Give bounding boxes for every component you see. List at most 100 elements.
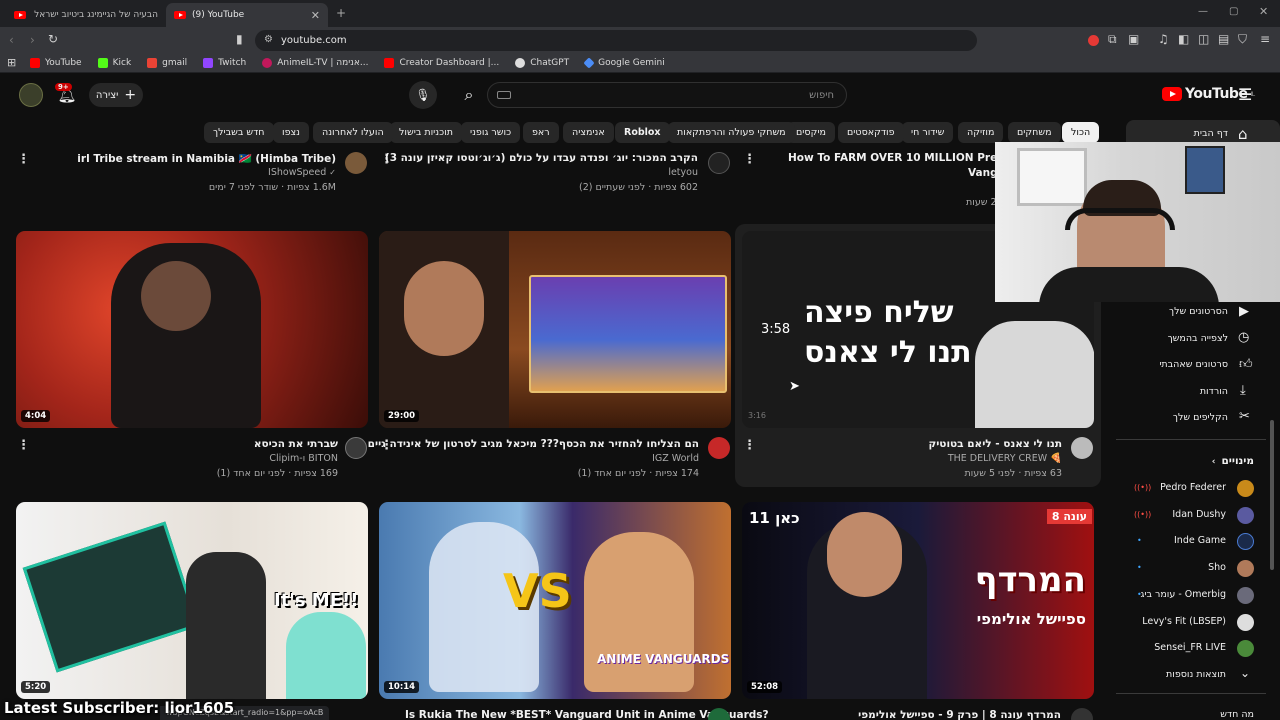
- window-close-icon[interactable]: ✕: [1259, 5, 1268, 18]
- chip-animation[interactable]: אנימציה: [563, 122, 614, 143]
- minimize-icon[interactable]: —: [1198, 6, 1208, 17]
- bookmark-gmail[interactable]: gmail: [147, 58, 187, 68]
- sidebar-subscription[interactable]: עומר ביג - Omerbig: [1140, 589, 1226, 600]
- keyboard-icon[interactable]: [497, 91, 511, 99]
- video-title[interactable]: הקרב המכור: יוג׳ ופנדה עבדו על כולם (ג׳ו…: [385, 152, 698, 164]
- more-options-icon[interactable]: ⋮: [743, 153, 756, 166]
- channel-avatar[interactable]: [1071, 437, 1093, 459]
- chip-action-adventure[interactable]: משחקי פעולה והרפתקאות: [668, 122, 795, 143]
- vpn-icon[interactable]: ▤: [1218, 33, 1229, 45]
- chip-roblox[interactable]: Roblox: [615, 122, 670, 143]
- sidebar-subscription[interactable]: Pedro Federer: [1160, 482, 1226, 493]
- search-input[interactable]: חיפוש: [487, 82, 847, 108]
- extension-red-icon[interactable]: [1088, 35, 1099, 46]
- video-thumbnail[interactable]: 4:04: [16, 231, 368, 428]
- channel-name[interactable]: IShowSpeed ✓: [268, 167, 336, 178]
- sidebar-show-more[interactable]: תוצאות נוספות: [1166, 669, 1226, 680]
- sidebar-subscription[interactable]: Idan Dushy: [1172, 509, 1226, 520]
- chip-new-to-you[interactable]: חדש בשבילך: [204, 122, 274, 143]
- bookmark-icon[interactable]: ▮: [236, 33, 243, 45]
- reload-icon[interactable]: ↻: [48, 33, 58, 45]
- sidebar-subscription[interactable]: Levy's Fit (LBSEP): [1142, 616, 1226, 627]
- apps-grid-icon[interactable]: ⊞: [7, 57, 16, 68]
- sidebar-subscription[interactable]: Sensei_FR LIVE: [1154, 642, 1226, 653]
- channel-avatar[interactable]: [1237, 640, 1254, 657]
- shield-icon[interactable]: ⛉: [1238, 33, 1247, 45]
- video-title[interactable]: הם הצליחו להחזיר את הכסף??? מיכאל מגיב ל…: [368, 438, 699, 450]
- channel-name[interactable]: letyou: [668, 167, 698, 178]
- sidebar-item-liked[interactable]: סרטונים שאהבתי: [1159, 359, 1228, 370]
- bookmark-chatgpt[interactable]: ChatGPT: [515, 58, 569, 68]
- channel-avatar[interactable]: [1237, 614, 1254, 631]
- bookmark-animeil[interactable]: AnimeIL-TV | אנימה...: [262, 58, 368, 68]
- leo-icon[interactable]: ◫: [1198, 33, 1209, 45]
- search-button[interactable]: ⌕: [455, 81, 483, 109]
- browser-tab-inactive[interactable]: הבעיה של הגיימינג ביטיוב ישראל (9): [6, 3, 166, 27]
- video-title[interactable]: שברתי את הכיסא: [254, 438, 338, 450]
- hamburger-menu-icon[interactable]: ☰: [1238, 85, 1252, 104]
- channel-avatar[interactable]: [345, 152, 367, 174]
- video-thumbnail[interactable]: It's ME!! 5:20: [16, 502, 368, 699]
- chip-podcasts[interactable]: פודקאסטים: [838, 122, 904, 143]
- bookmark-kick[interactable]: Kick: [97, 58, 131, 68]
- bookmark-youtube[interactable]: YouTube: [30, 58, 82, 68]
- site-info-icon[interactable]: ⚙: [264, 34, 273, 45]
- forward-icon[interactable]: ›: [30, 34, 35, 46]
- browser-tab-active[interactable]: (9) YouTube ✕: [166, 3, 328, 27]
- video-thumbnail[interactable]: 29:00: [379, 231, 731, 428]
- sidebar-item-clips[interactable]: הקליפים שלך: [1173, 412, 1228, 423]
- chip-live[interactable]: שידור חי: [902, 122, 954, 143]
- channel-avatar[interactable]: [1237, 480, 1254, 497]
- channel-avatar[interactable]: [1237, 507, 1254, 524]
- channel-avatar[interactable]: [708, 437, 730, 459]
- media-icon[interactable]: ♫: [1158, 33, 1169, 45]
- more-options-icon[interactable]: ⋮: [17, 153, 30, 166]
- create-button[interactable]: יצירה +: [89, 83, 143, 107]
- channel-avatar[interactable]: [345, 437, 367, 459]
- subscriptions-header[interactable]: ‹ מינויים: [1212, 455, 1254, 467]
- video-title[interactable]: המרדף עונה 8 | פרק 9 - ספיישל אולימפי: [858, 709, 1061, 720]
- wallet-icon[interactable]: ▣: [1128, 33, 1139, 45]
- channel-avatar[interactable]: [1237, 533, 1254, 550]
- sidebar-item-watch-later[interactable]: לצפייה בהמשך: [1168, 333, 1228, 344]
- extensions-icon[interactable]: ⧉: [1108, 33, 1117, 45]
- notifications-button[interactable]: 🔔︎ 9+: [53, 81, 81, 109]
- sidebar-whats-new[interactable]: מה חדש: [1220, 709, 1254, 720]
- video-thumbnail[interactable]: כאן 11 עונה 8 המרדף ספיישל אולימפי 52:08: [742, 502, 1094, 699]
- maximize-icon[interactable]: ▢: [1229, 6, 1238, 17]
- menu-icon[interactable]: ≡: [1260, 33, 1270, 45]
- sidebar-subscription[interactable]: Sho: [1208, 562, 1226, 573]
- chip-recently-uploaded[interactable]: הועלו לאחרונה: [313, 122, 393, 143]
- chip-music[interactable]: מוזיקה: [958, 122, 1004, 143]
- back-icon[interactable]: ‹: [9, 34, 14, 46]
- chip-fitness[interactable]: כושר גופני: [461, 122, 521, 143]
- sidebar-item-your-videos[interactable]: הסרטונים שלך: [1169, 306, 1228, 317]
- video-thumbnail[interactable]: VS ANIME VANGUARDS 10:14: [379, 502, 731, 699]
- chip-gaming[interactable]: משחקים: [1008, 122, 1061, 143]
- new-tab-button[interactable]: +: [336, 6, 346, 20]
- sidebar-item-downloads[interactable]: הורדות: [1200, 386, 1228, 397]
- sidebar-toggle-icon[interactable]: ◧: [1178, 33, 1189, 45]
- chip-rap[interactable]: ראפ: [523, 122, 559, 143]
- channel-avatar[interactable]: [1237, 560, 1254, 577]
- tab-close-icon[interactable]: ✕: [311, 9, 320, 22]
- more-options-icon[interactable]: ⋮: [17, 439, 30, 452]
- video-title[interactable]: תנו לי צאנס - ליאם בטוטיק: [928, 438, 1062, 450]
- bookmark-gemini[interactable]: Google Gemini: [583, 57, 665, 69]
- channel-avatar[interactable]: [1071, 708, 1093, 720]
- chip-all-active[interactable]: הכול: [1062, 122, 1100, 143]
- chip-watched[interactable]: נצפו: [273, 122, 309, 143]
- chevron-down-icon[interactable]: ⌄: [1240, 666, 1250, 680]
- bookmark-creator-dashboard[interactable]: Creator Dashboard |...: [384, 58, 499, 68]
- more-options-icon[interactable]: ⋮: [743, 439, 756, 452]
- sidebar-scrollbar[interactable]: [1270, 420, 1274, 570]
- channel-avatar[interactable]: [708, 152, 730, 174]
- avatar[interactable]: [19, 83, 43, 107]
- voice-search-button[interactable]: 🎙︎: [409, 81, 437, 109]
- channel-name[interactable]: THE DELIVERY CREW 🍕: [948, 453, 1062, 464]
- channel-avatar[interactable]: [1237, 587, 1254, 604]
- channel-name[interactable]: IGZ World: [652, 453, 699, 464]
- address-bar[interactable]: ⚙ youtube.com: [255, 30, 977, 51]
- chip-cooking[interactable]: תוכניות בישול: [390, 122, 462, 143]
- sidebar-subscription[interactable]: Inde Game: [1174, 535, 1226, 546]
